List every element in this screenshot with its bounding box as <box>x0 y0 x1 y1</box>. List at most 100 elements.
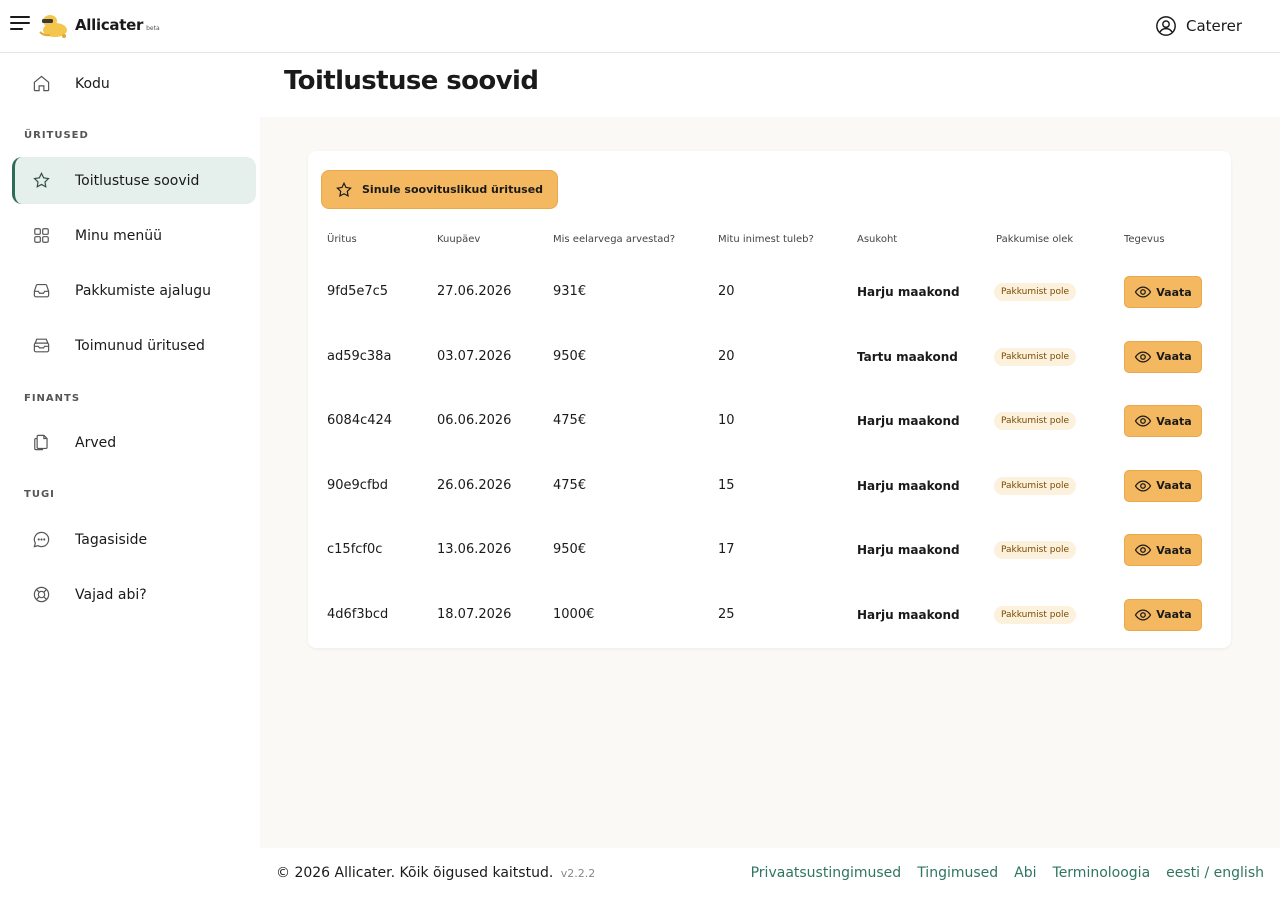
view-button-label: Vaata <box>1156 479 1192 492</box>
cell-budget: 475€ <box>553 477 587 493</box>
sidebar-item-label: Minu menüü <box>75 227 163 244</box>
footer-link-terminology[interactable]: Terminoloogia <box>1053 865 1151 881</box>
status-badge: Pakkumist pole <box>994 412 1076 430</box>
alligator-logo-icon <box>39 15 67 38</box>
section-label-events: ÜRITUSED <box>24 130 89 141</box>
brand-name: Allicater <box>75 16 144 34</box>
cell-location: Harju maakond <box>857 607 960 622</box>
home-icon <box>31 74 51 94</box>
cell-event: c15fcf0c <box>327 542 383 557</box>
view-button[interactable]: Vaata <box>1124 340 1202 373</box>
user-circle-icon <box>1156 16 1176 36</box>
status-badge: Pakkumist pole <box>994 541 1076 559</box>
view-button[interactable]: Vaata <box>1124 405 1202 437</box>
column-header-status: Pakkumise olek <box>996 234 1074 245</box>
cell-event: ad59c38a <box>327 348 392 364</box>
grid-icon <box>31 226 51 246</box>
footer: © 2026 Allicater. Kõik õigused kaitstud.… <box>0 848 1280 900</box>
sidebar-item-label: Toimunud üritused <box>75 337 205 354</box>
cell-budget: 950€ <box>553 348 587 364</box>
sidebar-item-past-events[interactable]: Toimunud üritused <box>12 322 256 369</box>
table-row: ad59c38a 03.07.2026 950€ 20 Tartu maakond Pak… <box>308 340 1231 405</box>
logo[interactable]: Allicater beta <box>38 10 160 40</box>
cell-budget: 950€ <box>553 542 587 557</box>
sidebar-item-label: Kodu <box>75 75 110 92</box>
view-button-label: Vaata <box>1156 608 1192 621</box>
table-row: 4d6f3bcd 18.07.2026 1000€ 25 Harju maakond Pa… <box>308 598 1231 663</box>
table-row: 90e9cfbd 26.06.2026 475€ 15 Harju maakond Pak… <box>308 469 1231 534</box>
sidebar-item-home[interactable]: Kodu <box>12 60 256 107</box>
sidebar-item-offer-history[interactable]: Pakkumiste ajalugu <box>12 267 256 314</box>
column-header-location: Asukoht <box>857 234 898 245</box>
cell-location: Tartu maakond <box>857 349 958 364</box>
star-icon <box>31 171 51 191</box>
cell-date: 27.06.2026 <box>437 284 512 299</box>
view-button[interactable]: Vaata <box>1124 598 1202 631</box>
cell-date: 26.06.2026 <box>437 477 512 493</box>
footer-link-terms[interactable]: Tingimused <box>917 865 998 881</box>
view-button-label: Vaata <box>1156 350 1192 363</box>
sidebar-item-my-menu[interactable]: Minu menüü <box>12 212 256 259</box>
inbox-icon <box>31 281 51 301</box>
view-button[interactable]: Vaata <box>1124 469 1202 502</box>
status-badge: Pakkumist pole <box>994 476 1076 495</box>
table-row: 6084c424 06.06.2026 475€ 10 Harju maakond Pak… <box>308 405 1231 469</box>
sidebar-item-label: Toitlustuse soovid <box>75 172 200 189</box>
status-badge: Pakkumist pole <box>994 347 1076 366</box>
cell-event: 90e9cfbd <box>327 477 389 493</box>
hamburger-menu-icon[interactable] <box>10 15 30 31</box>
column-header-people: Mitu inimest tuleb? <box>718 234 814 245</box>
view-button[interactable]: Vaata <box>1124 276 1202 308</box>
cell-people: 17 <box>718 542 735 557</box>
column-header-date: Kuupäev <box>437 234 481 245</box>
table-row: 9fd5e7c5 27.06.2026 931€ 20 Harju maakond Pak… <box>308 276 1231 340</box>
archive-icon <box>31 336 51 356</box>
cell-people: 10 <box>718 413 735 428</box>
view-button-label: Vaata <box>1156 414 1192 428</box>
section-label-support: TUGI <box>24 489 55 500</box>
cell-date: 03.07.2026 <box>437 348 512 364</box>
cell-budget: 931€ <box>553 284 587 299</box>
lifebuoy-icon <box>31 585 51 605</box>
cell-people: 20 <box>718 348 735 364</box>
cell-budget: 1000€ <box>553 606 595 622</box>
documents-icon <box>31 433 51 453</box>
star-icon <box>336 181 352 197</box>
eye-icon <box>1134 606 1152 624</box>
sidebar: Kodu ÜRITUSED Toitlustuse soovid Minu me… <box>0 53 260 848</box>
column-header-budget: Mis eelarvega arvestad? <box>553 234 676 245</box>
eye-icon <box>1134 412 1152 430</box>
recommended-events-button[interactable]: Sinule soovituslikud üritused <box>321 170 559 209</box>
table-row: c15fcf0c 13.06.2026 950€ 17 Harju maakond Pak… <box>308 534 1231 598</box>
view-button-label: Vaata <box>1156 543 1192 557</box>
eye-icon <box>1134 541 1152 559</box>
footer-link-privacy[interactable]: Privaatsustingimused <box>751 865 902 881</box>
sidebar-item-label: Vajad abi? <box>75 586 147 603</box>
page-title: Toitlustuse soovid <box>284 66 539 96</box>
view-button[interactable]: Vaata <box>1124 534 1202 566</box>
cell-location: Harju maakond <box>857 414 960 428</box>
recommended-events-label: Sinule soovituslikud üritused <box>362 183 544 196</box>
sidebar-item-label: Tagasiside <box>75 531 148 548</box>
section-label-finance: FINANTS <box>24 393 81 404</box>
footer-link-language[interactable]: eesti / english <box>1166 865 1264 881</box>
footer-link-help[interactable]: Abi <box>1014 865 1036 881</box>
status-badge: Pakkumist pole <box>994 283 1076 301</box>
status-badge: Pakkumist pole <box>994 605 1076 624</box>
sidebar-item-invoices[interactable]: Arved <box>12 419 256 466</box>
sidebar-item-catering-requests[interactable]: Toitlustuse soovid <box>12 157 256 204</box>
cell-date: 18.07.2026 <box>437 606 512 622</box>
cell-location: Harju maakond <box>857 543 960 557</box>
column-header-action: Tegevus <box>1124 234 1165 245</box>
version-label: v2.2.2 <box>560 867 596 880</box>
top-bar: Allicater beta Caterer <box>0 0 1280 53</box>
sidebar-item-feedback[interactable]: Tagasiside <box>12 516 256 563</box>
cell-people: 25 <box>718 606 735 622</box>
cell-budget: 475€ <box>553 413 587 428</box>
main-content: Sinule soovituslikud üritused Üritus Kuu… <box>260 117 1280 848</box>
user-name: Caterer <box>1185 17 1242 35</box>
eye-icon <box>1134 477 1152 495</box>
sidebar-item-help[interactable]: Vajad abi? <box>12 571 256 618</box>
user-menu[interactable]: Caterer <box>1155 15 1242 37</box>
cell-date: 13.06.2026 <box>437 542 512 557</box>
